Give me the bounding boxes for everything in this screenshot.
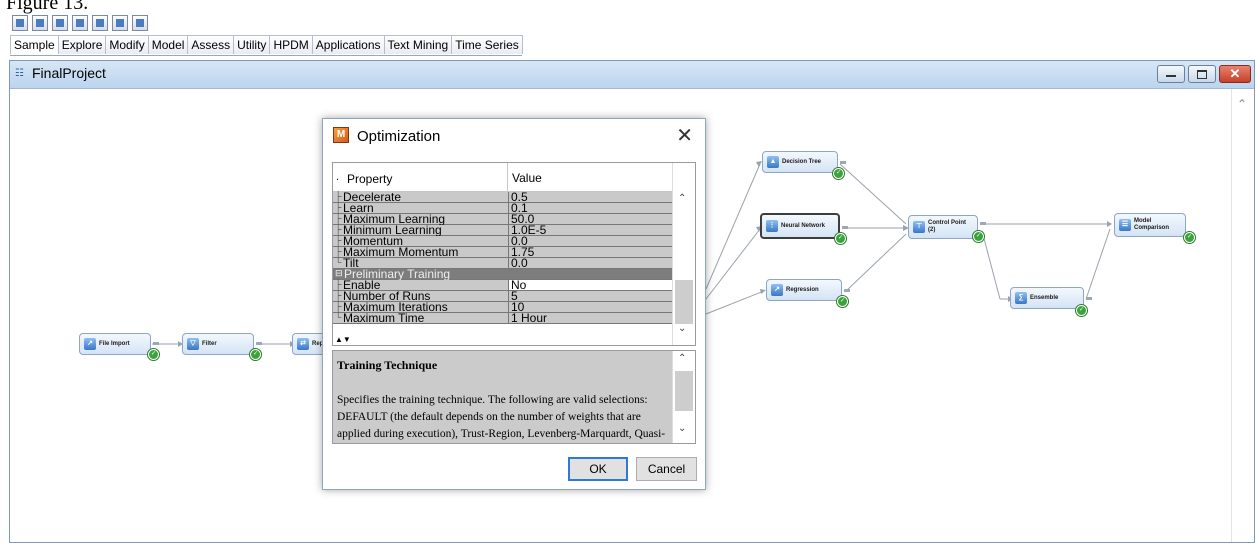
header-indicator: . [336, 171, 340, 183]
diagram-window-titlebar[interactable]: ☷ FinalProject ✕ [10, 61, 1254, 89]
diagram-icon: ☷ [15, 68, 24, 79]
minimize-button[interactable] [1157, 65, 1185, 83]
figure-caption: Figure 13. [6, 0, 89, 14]
node-label: Model Comparison [1134, 218, 1170, 231]
tab-text-mining[interactable]: Text Mining [383, 35, 453, 54]
node-label: Control Point (2) [928, 220, 966, 233]
table-icon[interactable] [92, 15, 108, 31]
maximize-button[interactable] [1188, 65, 1216, 83]
network-icon[interactable] [132, 15, 148, 31]
node-model-comparison[interactable]: ☰ Model Comparison [1114, 213, 1186, 237]
model-comparison-icon: ☰ [1119, 219, 1131, 231]
node-port[interactable] [980, 222, 986, 225]
status-check-icon: ✓ [148, 349, 159, 360]
tab-applications[interactable]: Applications [311, 35, 385, 54]
node-control-point[interactable]: ⊤ Control Point (2) [908, 215, 978, 239]
node-port[interactable] [1086, 297, 1092, 300]
description-scrollbar[interactable]: ⌃ ⌄ [672, 351, 695, 443]
node-decision-tree[interactable]: ▲ Decision Tree [762, 151, 838, 173]
description-title: Training Technique [337, 358, 438, 372]
tab-hpdm[interactable]: HPDM [269, 35, 313, 54]
tab-assess[interactable]: Assess [187, 35, 235, 54]
property-group-row[interactable]: ⊟ Preliminary Training [333, 268, 673, 280]
scroll-up-icon[interactable]: ⌃ [1237, 97, 1247, 111]
column-header-property[interactable]: Property [347, 172, 392, 186]
node-ensemble[interactable]: ∑ Ensemble [1010, 287, 1084, 309]
ok-button[interactable]: OK [568, 457, 628, 481]
grid-icon[interactable] [32, 15, 48, 31]
filter-icon[interactable] [72, 15, 88, 31]
status-check-icon: ✓ [250, 349, 261, 360]
node-label: Filter [202, 341, 217, 347]
dialog-title: Optimization [357, 128, 441, 145]
scroll-down-icon[interactable]: ⌄ [678, 423, 686, 434]
replacement-icon: ⇄ [297, 338, 309, 350]
property-table-header: . Property Value [333, 163, 673, 192]
tab-utility[interactable]: Utility [233, 35, 271, 54]
node-filter[interactable]: ▽ Filter [182, 333, 254, 355]
tab-time-series[interactable]: Time Series [451, 35, 523, 54]
status-check-icon: ✓ [1076, 305, 1087, 316]
status-check-icon: ✓ [1184, 232, 1195, 243]
tab-model[interactable]: Model [147, 35, 189, 54]
scroll-up-icon[interactable]: ⌃ [678, 193, 686, 204]
node-label: Ensemble [1030, 295, 1059, 301]
node-port[interactable] [840, 161, 846, 164]
status-check-icon: ✓ [835, 233, 846, 244]
status-check-icon: ✓ [973, 231, 984, 242]
ensemble-icon: ∑ [1015, 292, 1027, 304]
node-file-import[interactable]: ↗ File Import [79, 333, 151, 355]
cancel-button[interactable]: Cancel [636, 457, 697, 481]
diagram-vertical-scrollbar[interactable] [1231, 89, 1254, 542]
filter-icon: ▽ [187, 338, 199, 350]
scroll-up-icon[interactable]: ⌃ [678, 353, 686, 364]
property-table: . Property Value ├ Decelerate 0.5 ├ Learn 0.… [332, 162, 696, 346]
property-table-scrollbar[interactable]: ⌃ ⌄ [672, 163, 695, 345]
property-row[interactable]: ├ Decelerate 0.5 [333, 191, 673, 203]
optimization-dialog: M Optimization ✕ . Property Value ├ Decel… [322, 118, 706, 490]
property-description-panel: Training Technique Specifies the trainin… [332, 350, 696, 444]
column-header-value[interactable]: Value [512, 171, 542, 185]
node-regression[interactable]: ↗ Regression [766, 279, 842, 301]
diagram-window-title: FinalProject [32, 65, 106, 81]
node-port[interactable] [256, 342, 262, 345]
description-text: Specifies the training technique. The fo… [337, 394, 666, 440]
node-tabs: Sample Explore Modify Model Assess Utili… [10, 35, 523, 56]
chart-icon[interactable] [52, 15, 68, 31]
status-check-icon: ✓ [833, 168, 844, 179]
split-resize-icon[interactable]: ▲▼ [335, 336, 351, 344]
property-row[interactable]: └ Maximum Time 1 Hour [333, 312, 673, 324]
scrollbar-thumb[interactable] [675, 280, 693, 324]
tab-sample[interactable]: Sample [10, 35, 59, 54]
node-port[interactable] [153, 342, 159, 345]
node-label: File Import [99, 341, 130, 347]
close-button[interactable]: ✕ [1219, 65, 1251, 83]
control-point-icon: ⊤ [913, 221, 925, 233]
node-label: Neural Network [781, 223, 826, 229]
toolbar [12, 15, 148, 33]
column-divider[interactable] [507, 163, 508, 191]
scroll-down-icon[interactable]: ⌄ [678, 323, 686, 334]
scrollbar-thumb[interactable] [675, 371, 693, 411]
sas-miner-icon: M [333, 127, 349, 143]
decision-tree-icon: ▲ [767, 156, 779, 168]
status-check-icon: ✓ [837, 296, 848, 307]
tab-explore[interactable]: Explore [57, 35, 107, 54]
tab-modify[interactable]: Modify [105, 35, 149, 54]
node-port[interactable] [842, 226, 848, 229]
layout-icon[interactable] [112, 15, 128, 31]
property-row[interactable]: ├ Maximum Momentum 1.75 [333, 246, 673, 258]
node-label: Regression [786, 287, 819, 293]
new-diagram-icon[interactable] [12, 15, 28, 31]
neural-network-icon: ⋮ [766, 220, 778, 232]
node-neural-network[interactable]: ⋮ Neural Network [760, 213, 840, 239]
file-import-icon: ↗ [84, 338, 96, 350]
node-port[interactable] [844, 289, 850, 292]
regression-icon: ↗ [771, 284, 783, 296]
node-label: Decision Tree [782, 159, 822, 165]
close-icon[interactable]: ✕ [676, 123, 693, 148]
